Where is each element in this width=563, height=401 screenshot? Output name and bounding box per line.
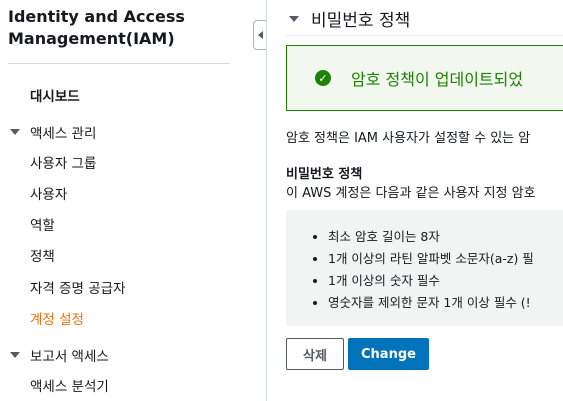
service-title[interactable]: Identity and Access Management(IAM): [8, 6, 185, 50]
policy-section-subtitle: 이 AWS 계정은 다음과 같은 사용자 지정 암호: [286, 186, 536, 201]
chevron-left-icon: [258, 31, 263, 39]
sidebar-item-policies[interactable]: 정책: [30, 245, 55, 265]
change-button[interactable]: Change: [348, 338, 429, 370]
password-policy-panel-header[interactable]: 비밀번호 정책: [289, 6, 410, 31]
alert-message: 암호 정책이 업데이트되었: [351, 70, 524, 89]
caret-down-icon: [10, 352, 20, 358]
main-content: 비밀번호 정책 ✓ 암호 정책이 업데이트되었 암호 정책은 IAM 사용자가 …: [267, 0, 563, 401]
sidebar-item-user-groups[interactable]: 사용자 그룹: [30, 152, 96, 172]
list-item: 1개 이상의 라틴 알파벳 소문자(a-z) 필: [328, 248, 563, 270]
check-circle-icon: ✓: [315, 70, 331, 86]
policy-section-title: 비밀번호 정책: [286, 167, 363, 182]
sidebar: Identity and Access Management(IAM) 대시보드…: [0, 0, 240, 401]
sidebar-section-label: 액세스 관리: [30, 126, 97, 142]
sidebar-item-identity-providers[interactable]: 자격 증명 공급자: [30, 277, 126, 297]
policy-description: 암호 정책은 IAM 사용자가 설정할 수 있는 암: [286, 131, 531, 146]
caret-down-icon: [10, 129, 20, 135]
panel-title: 비밀번호 정책: [311, 11, 411, 31]
sidebar-divider: [8, 63, 230, 64]
list-item: 영숫자를 제외한 문자 1개 이상 필수 (!: [328, 292, 563, 314]
service-title-line2: Management(IAM): [8, 29, 175, 48]
sidebar-item-dashboard[interactable]: 대시보드: [30, 85, 80, 105]
sidebar-section-label: 보고서 액세스: [30, 349, 109, 365]
list-item: 최소 암호 길이는 8자: [328, 226, 563, 248]
sidebar-section-access-reports[interactable]: 보고서 액세스: [10, 345, 109, 365]
delete-button[interactable]: 삭제: [286, 338, 344, 370]
policy-rules-box: 최소 암호 길이는 8자 1개 이상의 라틴 알파벳 소문자(a-z) 필 1개…: [286, 210, 563, 326]
service-title-line1: Identity and Access: [8, 7, 185, 26]
list-item: 1개 이상의 숫자 필수: [328, 270, 563, 292]
policy-rules-list: 최소 암호 길이는 8자 1개 이상의 라틴 알파벳 소문자(a-z) 필 1개…: [286, 210, 563, 314]
header-divider: [285, 35, 563, 36]
sidebar-item-users[interactable]: 사용자: [30, 183, 67, 203]
collapse-sidebar-button[interactable]: [253, 20, 267, 50]
caret-down-icon: [289, 15, 299, 22]
sidebar-section-access-management[interactable]: 액세스 관리: [10, 122, 96, 142]
sidebar-item-account-settings[interactable]: 계정 설정: [30, 308, 84, 328]
sidebar-item-access-analyzer[interactable]: 액세스 분석기: [30, 375, 109, 395]
success-alert: ✓ 암호 정책이 업데이트되었: [286, 45, 563, 111]
sidebar-item-roles[interactable]: 역할: [30, 214, 55, 234]
